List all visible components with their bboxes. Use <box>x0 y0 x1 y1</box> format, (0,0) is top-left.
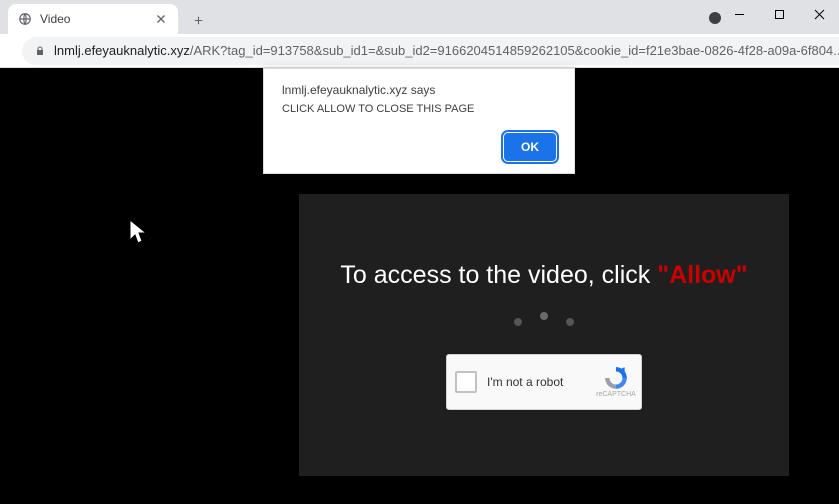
window-controls <box>719 0 839 28</box>
dot-icon <box>566 318 574 326</box>
url-host: lnmlj.efeyauknalytic.xyz <box>54 43 190 58</box>
tab-title: Video <box>40 12 146 26</box>
dot-icon <box>540 312 548 320</box>
access-text-prefix: To access to the video, click <box>340 261 657 289</box>
access-text: To access to the video, click "Allow" <box>340 261 747 290</box>
browser-tab[interactable]: Video <box>8 4 178 34</box>
cursor-icon <box>128 218 152 251</box>
video-panel: To access to the video, click "Allow" I'… <box>299 194 789 476</box>
tab-strip: Video <box>0 0 839 34</box>
recaptcha-checkbox[interactable] <box>455 371 477 393</box>
recaptcha-brand: reCAPTCHA <box>596 391 636 398</box>
recaptcha-logo: reCAPTCHA <box>599 365 633 398</box>
globe-icon <box>18 12 32 26</box>
recaptcha-label: I'm not a robot <box>487 375 589 389</box>
url-text: lnmlj.efeyauknalytic.xyz/ARK?tag_id=9137… <box>54 43 839 58</box>
alert-title: lnmlj.efeyauknalytic.xyz says <box>282 83 556 97</box>
recaptcha-widget[interactable]: I'm not a robot reCAPTCHA <box>446 354 642 410</box>
window-close-button[interactable] <box>799 0 839 28</box>
loading-dots <box>514 318 574 326</box>
browser-toolbar: lnmlj.efeyauknalytic.xyz/ARK?tag_id=9137… <box>0 34 839 68</box>
dot-icon <box>514 318 522 326</box>
access-text-allow: "Allow" <box>657 261 747 289</box>
alert-ok-button[interactable]: OK <box>504 133 556 161</box>
window-minimize-button[interactable] <box>719 0 759 28</box>
url-path: /ARK?tag_id=913758&sub_id1=&sub_id2=9166… <box>190 43 839 58</box>
javascript-alert-dialog: lnmlj.efeyauknalytic.xyz says CLICK ALLO… <box>263 68 575 174</box>
tab-close-icon[interactable] <box>154 12 168 26</box>
new-tab-button[interactable] <box>184 6 212 34</box>
address-bar[interactable]: lnmlj.efeyauknalytic.xyz/ARK?tag_id=9137… <box>22 37 839 65</box>
page-content: To access to the video, click "Allow" I'… <box>0 68 839 504</box>
lock-icon <box>34 45 46 57</box>
window-maximize-button[interactable] <box>759 0 799 28</box>
alert-message: CLICK ALLOW TO CLOSE THIS PAGE <box>282 103 556 115</box>
